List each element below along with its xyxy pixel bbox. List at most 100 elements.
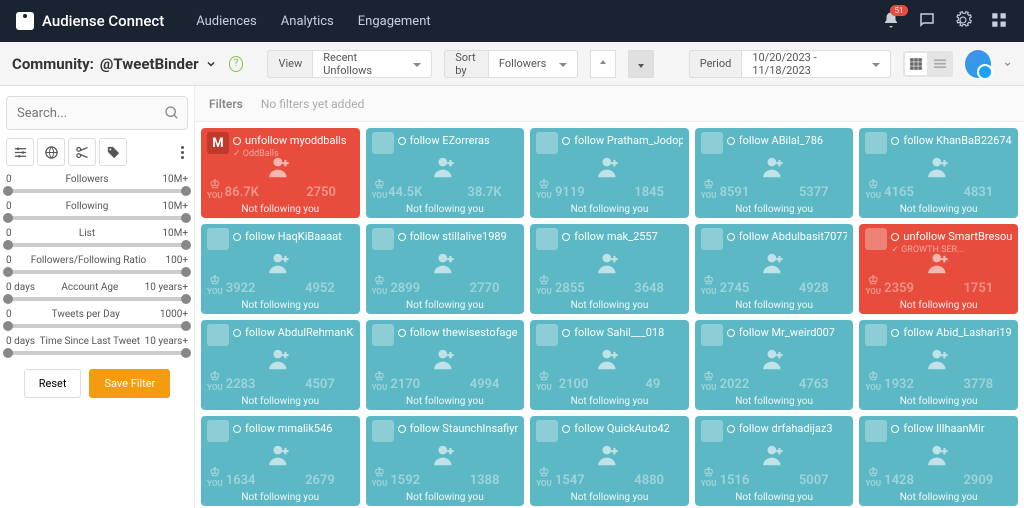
card-status: Not following you xyxy=(366,492,525,503)
list-view-icon[interactable] xyxy=(929,53,951,75)
slider-track[interactable] xyxy=(6,270,188,274)
user-card[interactable]: follow drfahadijaz3 YOU 15165007 Not fol… xyxy=(695,416,854,506)
chevron-down-icon[interactable] xyxy=(1003,59,1012,69)
follow-icon[interactable] xyxy=(926,346,952,375)
globe-icon[interactable] xyxy=(37,138,65,166)
card-title: follow KhanBaB22674597 xyxy=(865,134,1012,147)
sort-desc-button[interactable] xyxy=(628,50,654,78)
follow-icon[interactable] xyxy=(926,154,952,183)
slider-track[interactable] xyxy=(6,243,188,247)
user-card[interactable]: follow IllhaanMir YOU 14282909 Not follo… xyxy=(859,416,1018,506)
filter-slider[interactable]: 0 daysTime Since Last Tweet10 years+ xyxy=(6,336,188,355)
card-status: Not following you xyxy=(366,300,525,311)
slider-track[interactable] xyxy=(6,189,188,193)
user-card[interactable]: follow stillalive1989 YOU 28992770 Not f… xyxy=(366,224,525,314)
community-label[interactable]: Community: @TweetBinder xyxy=(12,55,217,73)
card-status: Not following you xyxy=(366,396,525,407)
gear-icon[interactable] xyxy=(954,11,972,32)
view-selector[interactable]: View Recent Unfollows xyxy=(267,50,432,78)
follow-icon[interactable] xyxy=(432,346,458,375)
user-card[interactable]: follow Abdulbasit7077 YOU 27454928 Not f… xyxy=(695,224,854,314)
filter-slider[interactable]: 0Followers/Following Ratio100+ xyxy=(6,255,188,274)
user-card[interactable]: follow Abid_Lashari199 YOU 19323778 Not … xyxy=(859,320,1018,410)
filter-slider[interactable]: 0Followers10M+ xyxy=(6,174,188,193)
card-stats: 210049 xyxy=(530,377,689,392)
follow-icon[interactable] xyxy=(926,442,952,471)
user-card[interactable]: follow mak_2557 YOU 28553648 Not followi… xyxy=(530,224,689,314)
follow-icon[interactable] xyxy=(761,250,787,279)
user-card[interactable]: follow StaunchInsafiyn YOU 15921388 Not … xyxy=(366,416,525,506)
tag-icon[interactable] xyxy=(99,138,127,166)
follow-icon[interactable] xyxy=(761,346,787,375)
follow-icon[interactable] xyxy=(432,250,458,279)
user-card[interactable]: follow ABilal_786 YOU 85915377 Not follo… xyxy=(695,128,854,218)
chat-icon[interactable] xyxy=(918,11,936,32)
slider-track[interactable] xyxy=(6,297,188,301)
card-status: Not following you xyxy=(695,204,854,215)
nav-audiences[interactable]: Audiences xyxy=(196,14,257,29)
filters-label[interactable]: Filters xyxy=(209,97,243,111)
more-icon[interactable] xyxy=(177,142,188,163)
grid-view-icon[interactable] xyxy=(905,53,927,75)
card-avatar xyxy=(701,324,723,346)
search-icon[interactable] xyxy=(164,105,180,121)
follow-icon[interactable] xyxy=(267,154,293,183)
card-avatar xyxy=(372,324,394,346)
filter-slider[interactable]: 0List10M+ xyxy=(6,228,188,247)
user-card[interactable]: follow Mr_weird007 YOU 20224763 Not foll… xyxy=(695,320,854,410)
card-title: follow Pratham_Jodop xyxy=(536,134,683,147)
slider-track[interactable] xyxy=(6,216,188,220)
user-card[interactable]: follow Pratham_Jodop YOU 91191845 Not fo… xyxy=(530,128,689,218)
follow-icon[interactable] xyxy=(596,346,622,375)
reset-button[interactable]: Reset xyxy=(24,369,82,398)
follow-icon[interactable] xyxy=(432,442,458,471)
content: Filters No filters yet added M unfollow … xyxy=(195,86,1024,508)
help-icon[interactable]: ? xyxy=(229,56,244,72)
follow-icon[interactable] xyxy=(596,442,622,471)
user-card[interactable]: follow QuickAuto42 YOU 15474880 Not foll… xyxy=(530,416,689,506)
follow-icon[interactable] xyxy=(267,250,293,279)
nav-engagement[interactable]: Engagement xyxy=(358,14,431,29)
follow-icon[interactable] xyxy=(432,154,458,183)
search-input[interactable] xyxy=(6,96,188,130)
user-card[interactable]: follow EZorreras YOU 44.5K38.7K Not foll… xyxy=(366,128,525,218)
slider-track[interactable] xyxy=(6,324,188,328)
user-card[interactable]: unfollow SmartBresource ✓ GROWTH SER... … xyxy=(859,224,1018,314)
follow-icon[interactable] xyxy=(267,442,293,471)
user-card[interactable]: follow HaqKiBaaaat YOU 39224952 Not foll… xyxy=(201,224,360,314)
card-status: Not following you xyxy=(695,492,854,503)
user-card[interactable]: follow AbdulRehmanKml YOU 22834507 Not f… xyxy=(201,320,360,410)
apps-icon[interactable] xyxy=(990,11,1008,32)
user-card[interactable]: M unfollow myoddballs ✓ OddBalls YOU 86.… xyxy=(201,128,360,218)
filter-slider[interactable]: 0Tweets per Day1000+ xyxy=(6,309,188,328)
card-status: Not following you xyxy=(201,204,360,215)
filter-bar: Filters No filters yet added xyxy=(195,86,1024,122)
follow-icon[interactable] xyxy=(596,250,622,279)
sliders-icon[interactable] xyxy=(6,138,34,166)
card-stats: 22834507 xyxy=(201,377,360,392)
card-title: follow mak_2557 xyxy=(536,230,683,243)
follow-icon[interactable] xyxy=(761,442,787,471)
follow-icon[interactable] xyxy=(926,250,952,279)
period-selector[interactable]: Period 10/20/2023 - 11/18/2023 xyxy=(689,50,891,78)
sort-selector[interactable]: Sort by Followers xyxy=(444,50,578,78)
filter-slider[interactable]: 0 daysAccount Age10 years+ xyxy=(6,282,188,301)
brand[interactable]: Audiense Connect xyxy=(16,12,164,30)
nav-analytics[interactable]: Analytics xyxy=(281,14,334,29)
follow-icon[interactable] xyxy=(267,346,293,375)
sort-asc-button[interactable] xyxy=(590,50,616,78)
user-avatar[interactable] xyxy=(965,50,991,78)
follow-icon[interactable] xyxy=(761,154,787,183)
bell-icon[interactable] xyxy=(882,11,900,32)
user-card[interactable]: follow KhanBaB22674597 YOU 41654831 Not … xyxy=(859,128,1018,218)
card-avatar xyxy=(865,420,887,442)
user-card[interactable]: follow mmalik546 YOU 16342679 Not follow… xyxy=(201,416,360,506)
save-filter-button[interactable]: Save Filter xyxy=(89,369,170,398)
user-card[interactable]: follow thewisestofages YOU 21704994 Not … xyxy=(366,320,525,410)
user-card[interactable]: follow Sahil___018 YOU 210049 Not follow… xyxy=(530,320,689,410)
follow-icon[interactable] xyxy=(596,154,622,183)
filter-slider[interactable]: 0Following10M+ xyxy=(6,201,188,220)
slider-track[interactable] xyxy=(6,351,188,355)
scissors-icon[interactable] xyxy=(68,138,96,166)
card-avatar xyxy=(372,228,394,250)
